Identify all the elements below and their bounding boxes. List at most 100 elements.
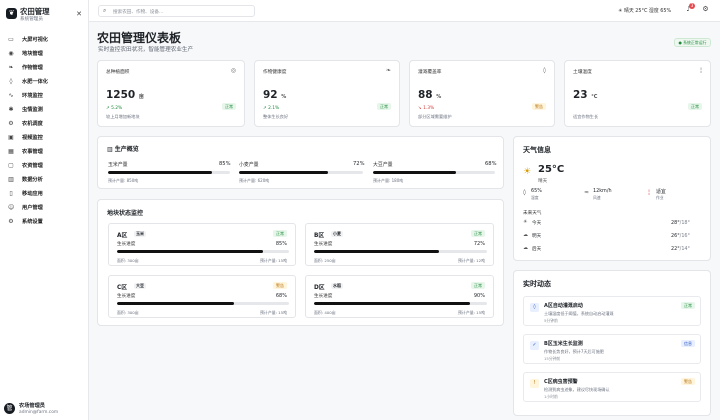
user-profile[interactable]: 管 农场管理员 admin@farm.com [4,401,86,417]
sidebar-item-dashboard-screen[interactable]: ▭ 大屏可视化 [3,35,87,46]
production-bar-fill [108,171,212,174]
plot-card-c[interactable]: C区 大豆 警告 生长进度 68% 面积: 300亩 预计产量: 15吨 [108,275,296,318]
plot-progress-label: 生长进度 [314,294,333,299]
user-name: 农场管理员 [19,403,45,409]
wind-label: 风速 [593,195,601,200]
sidebar-item-users[interactable]: ☺ 用户管理 [3,203,87,214]
kpi-card-irrigation: 灌溉覆盖率 ◊ 88 % ↘ 1.3% 部分区域需要维护 警告 [409,60,555,127]
cloud-icon: ☁ [523,245,528,251]
sidebar-item-label: 环境监控 [22,93,43,99]
sidebar-item-label: 农资管理 [22,163,43,169]
forecast-high: 22° [671,246,680,252]
status-badge: 警告 [532,103,546,110]
kpi-note: 部分区域需要维护 [418,114,452,119]
status-badge: 正常 [471,230,485,237]
plot-area: 面积: 400亩 [314,310,336,315]
crop-tag: 玉米 [134,231,146,237]
kpi-title: 总种植面积 [106,70,130,75]
kpi-unit: °C [591,94,598,100]
sidebar-item-fertigation[interactable]: ◊ 水肥一体化 [3,77,87,88]
plot-progress-fill [117,302,234,305]
plot-progress-fill [314,250,439,253]
sidebar-item-pests[interactable]: ✱ 虫情监测 [3,105,87,116]
brand-logo-icon: ❦ [6,8,17,19]
activity-item-time: 15分钟前 [544,356,561,361]
plot-yield: 预计产量: 12吨 [458,258,485,263]
gear-icon[interactable]: ⚙ [701,5,710,14]
app-subtitle: 系统管理员 [20,17,43,22]
sidebar-item-environment[interactable]: ∿ 环境监控 [3,91,87,102]
production-percent-soybean: 68% [485,161,497,167]
plot-area: 面积: 300亩 [117,258,139,263]
sidebar-item-label: 虫情监测 [22,107,43,113]
humidity-label: 湿度 [531,195,539,200]
plot-card-a[interactable]: A区 玉米 正常 生长进度 85% 面积: 300亩 预计产量: 15吨 [108,223,296,266]
sidebar-item-farm-work[interactable]: ▦ 农事管理 [3,147,87,158]
close-sidebar-icon[interactable]: ✕ [75,10,83,18]
sidebar-item-machinery[interactable]: ⚙ 农机调度 [3,119,87,130]
sun-icon: ☀ [523,167,532,177]
forecast-low: /14° [679,246,690,252]
sidebar-item-label: 系统设置 [22,219,43,225]
production-percent-wheat: 72% [353,161,365,167]
crop-tag: 大豆 [134,283,146,289]
forecast-day: 明天 [532,234,542,239]
plot-name: D区 [314,285,325,291]
sidebar-item-label: 数据分析 [22,177,43,183]
bug-icon: ✱ [8,106,14,113]
forecast-row: ☁ 后天 22°/14° [523,245,690,253]
weather-summary: ☀ 晴天 25°C 湿度 65% [618,8,672,14]
water-drop-icon: ◊ [9,78,13,85]
plot-progress-fill [117,250,264,253]
wind-value: 12km/h [593,188,612,194]
sidebar-item-video[interactable]: ▣ 视频监控 [3,133,87,144]
sidebar-item-mobile[interactable]: ▯ 移动应用 [3,189,87,200]
page-title: 农田管理仪表板 [97,31,182,45]
kpi-unit: % [281,94,287,100]
plot-card-d[interactable]: D区 水稻 正常 生长进度 90% 面积: 400亩 预计产量: 15吨 [305,275,494,318]
plot-status-card: 地块状态监控 A区 玉米 正常 生长进度 85% 面积: 300亩 预计产量: … [97,199,504,326]
sidebar-item-crops[interactable]: ❧ 作物管理 [3,63,87,74]
work-suitability-label: 作业 [656,195,664,200]
sun-icon: ☀ [523,219,528,225]
leaf-icon: ❧ [385,67,391,74]
sidebar-item-settings[interactable]: ⚙ 系统设置 [3,217,87,228]
plot-progress-label: 生长进度 [117,294,136,299]
kpi-trend: ↘ 1.3% [418,106,435,111]
activity-item-title: A区自动灌溉启动 [544,303,583,309]
monitor-icon: ▭ [8,36,14,43]
sidebar-item-label: 移动应用 [22,191,43,197]
plot-card-b[interactable]: B区 小麦 正常 生长进度 72% 面积: 250亩 预计产量: 12吨 [305,223,494,266]
activity-item[interactable]: ✓ B区玉米生长监测 作物长势良好，预计7天后可施肥 15分钟前 信息 [523,334,701,364]
activity-item-time: 1小时前 [544,394,558,399]
kpi-title: 灌溉覆盖率 [418,70,442,75]
forecast-high: 26° [671,233,680,239]
production-bar-fill [373,171,456,174]
activity-item[interactable]: ◊ A区自动灌溉启动 土壤湿度低于阈值，系统自动启动灌溉 5分钟前 正常 [523,296,701,326]
sidebar-item-plots[interactable]: ◉ 地块管理 [3,49,87,60]
kpi-note: 整体生长良好 [263,114,289,119]
activity-item[interactable]: ! C区病虫害预警 检测到病虫迹象，建议尽快现场确认 1小时前 警告 [523,372,701,402]
plot-name: B区 [314,233,325,239]
gear-icon: ⚙ [8,218,14,225]
kpi-number: 1250 [106,89,136,101]
sidebar-item-label: 视频监控 [22,135,43,141]
forecast-day: 今天 [532,221,542,226]
kpi-number: 88 [418,89,433,101]
status-badge: 信息 [681,340,695,347]
top-bar: ⌕ 搜索农田、作物、设备... ☀ 晴天 25°C 湿度 65% ♪ 3 ⚙ [89,0,720,22]
activity-icon: ∿ [8,92,14,99]
avatar: 管 [4,403,15,414]
forecast-row: ☁ 明天 26°/16° [523,232,690,240]
kpi-unit: 亩 [138,94,144,100]
sidebar-item-supplies[interactable]: ▢ 农资管理 [3,161,87,172]
sidebar-item-analytics[interactable]: ▥ 数据分析 [3,175,87,186]
production-overview-card: ▥ 生产概览 玉米产量 85% 预计产量: 850吨 小麦产量 72% 预计产量… [97,136,504,189]
plot-progress-bar [314,302,487,305]
production-label-soybean: 大豆产量 [373,162,393,168]
forecast-low: /16° [679,233,690,239]
plot-area: 面积: 250亩 [314,258,336,263]
status-badge: 正常 [273,230,287,237]
search-input[interactable]: ⌕ 搜索农田、作物、设备... [98,5,255,17]
calendar-icon: ▦ [8,148,14,155]
